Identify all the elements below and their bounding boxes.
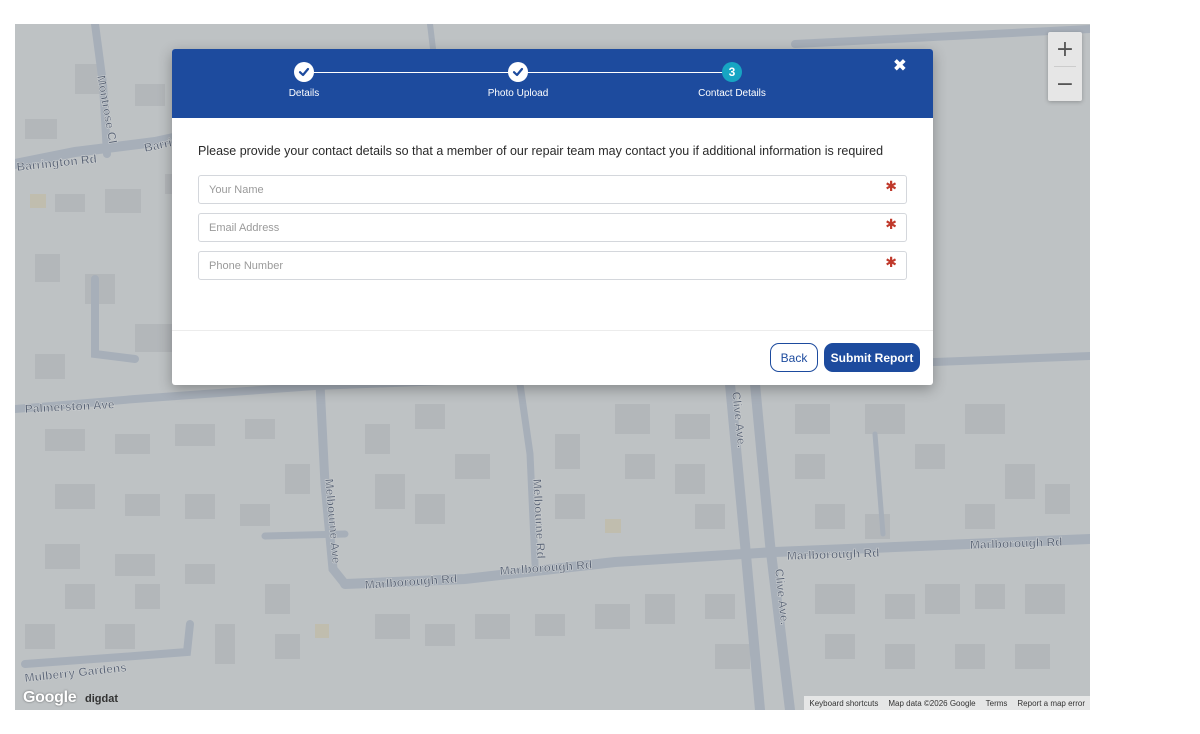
digdat-logo: digdat bbox=[85, 693, 118, 705]
name-input[interactable] bbox=[199, 176, 906, 203]
step-label: Details bbox=[288, 88, 320, 99]
report-map-error-link[interactable]: Report a map error bbox=[1012, 699, 1090, 708]
stepper-header: Details Photo Upload 3 Contact Details ✖ bbox=[172, 49, 933, 118]
map-footer: Keyboard shortcuts Map data ©2026 Google… bbox=[804, 696, 1090, 710]
terms-link[interactable]: Terms bbox=[981, 699, 1013, 708]
required-icon: ✱ bbox=[885, 255, 897, 271]
submit-report-button[interactable]: Submit Report bbox=[824, 343, 920, 372]
modal-footer: Back Submit Report bbox=[172, 330, 933, 385]
map-data-text: Map data ©2026 Google bbox=[888, 698, 976, 708]
step-number: 3 bbox=[722, 62, 742, 82]
email-input[interactable] bbox=[199, 214, 906, 241]
keyboard-shortcuts-link[interactable]: Keyboard shortcuts bbox=[804, 699, 883, 708]
check-icon bbox=[508, 62, 528, 82]
required-icon: ✱ bbox=[885, 179, 897, 195]
back-button[interactable]: Back bbox=[770, 343, 818, 372]
phone-field: ✱ bbox=[198, 251, 907, 280]
zoom-control: + − bbox=[1048, 32, 1082, 101]
check-icon bbox=[294, 62, 314, 82]
step-label: Contact Details bbox=[698, 88, 766, 99]
google-logo[interactable]: Google bbox=[23, 689, 77, 707]
email-field: ✱ bbox=[198, 213, 907, 242]
step-details[interactable]: Details bbox=[244, 62, 364, 99]
phone-input[interactable] bbox=[199, 252, 906, 279]
intro-text: Please provide your contact details so t… bbox=[198, 144, 884, 158]
zoom-in-button[interactable]: + bbox=[1048, 32, 1082, 66]
step-photo-upload[interactable]: Photo Upload bbox=[458, 62, 578, 99]
required-icon: ✱ bbox=[885, 217, 897, 233]
step-label: Photo Upload bbox=[487, 88, 549, 99]
name-field: ✱ bbox=[198, 175, 907, 204]
contact-details-modal: Details Photo Upload 3 Contact Details ✖… bbox=[172, 49, 933, 385]
zoom-out-button[interactable]: − bbox=[1048, 67, 1082, 101]
close-icon[interactable]: ✖ bbox=[893, 58, 907, 75]
step-contact-details: 3 Contact Details bbox=[672, 62, 792, 99]
modal-body: Please provide your contact details so t… bbox=[172, 118, 933, 280]
